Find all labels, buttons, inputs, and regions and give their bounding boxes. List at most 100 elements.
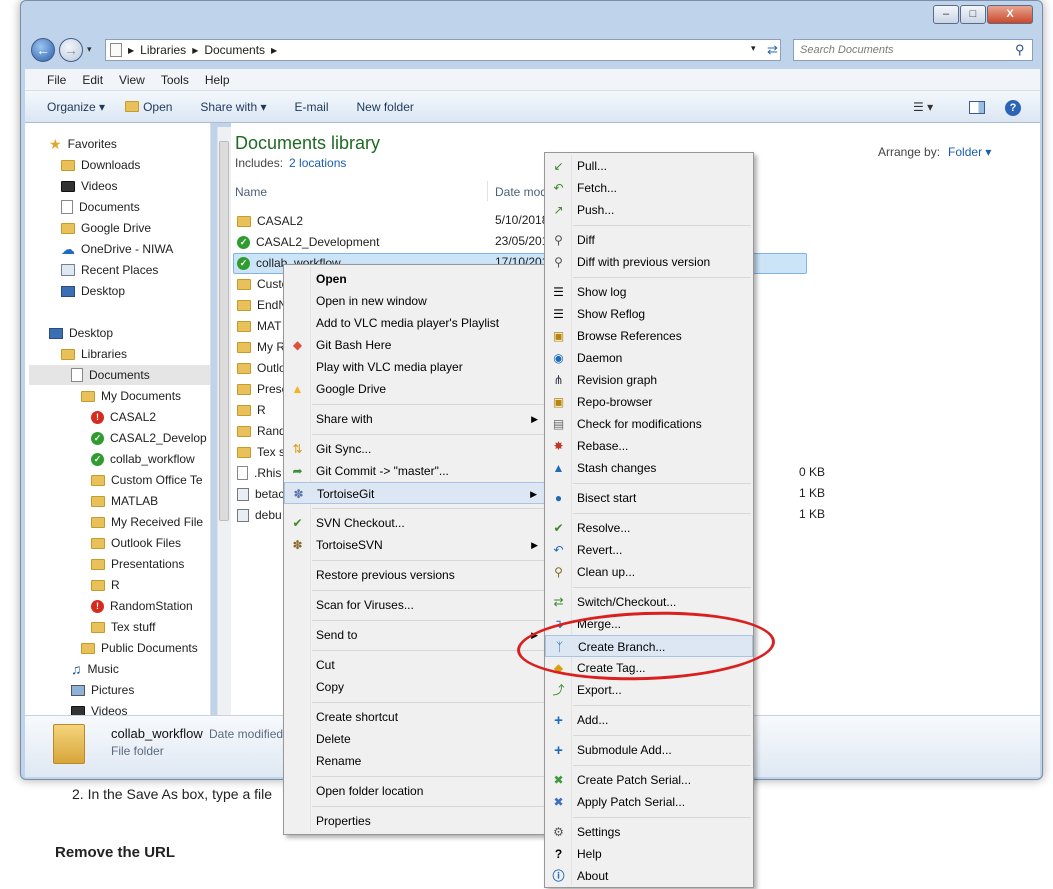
submenu-item-revision-graph[interactable]: ⋔ Revision graph (545, 369, 753, 391)
file-row[interactable]: betac (237, 484, 284, 504)
submenu-item-browse-references[interactable]: ▣ Browse References (545, 325, 753, 347)
scroll-thumb[interactable] (219, 141, 229, 521)
arrange-dropdown[interactable]: Folder ▾ (948, 145, 991, 159)
file-row[interactable]: My R (237, 337, 285, 357)
tree-desktop-fav[interactable]: Desktop (61, 281, 125, 301)
tree-casal2-dev[interactable]: ✓ CASAL2_Develop (91, 428, 207, 448)
column-date-header[interactable]: Date mod (495, 185, 547, 199)
submenu-item-resolve[interactable]: ✔ Resolve... (545, 517, 753, 539)
close-button[interactable]: X (987, 5, 1033, 24)
breadcrumb-libraries[interactable]: Libraries (140, 43, 186, 57)
new-folder-button[interactable]: New folder (357, 100, 414, 114)
forward-button[interactable]: → (59, 38, 83, 62)
file-row[interactable]: debu (237, 505, 282, 525)
submenu-item-switch-checkout[interactable]: ⇄ Switch/Checkout... (545, 591, 753, 613)
file-row[interactable]: ✓ CASAL2_Development (237, 232, 379, 252)
menu-tools[interactable]: Tools (161, 73, 189, 87)
submenu-item-repo-browser[interactable]: ▣ Repo-browser (545, 391, 753, 413)
file-row[interactable]: Outlo (237, 358, 286, 378)
submenu-item-about[interactable]: ⓘ About (545, 865, 753, 887)
chevron-right-icon[interactable]: ▶ (192, 46, 198, 55)
chevron-right-icon[interactable]: ▶ (128, 46, 134, 55)
menu-item-send-to[interactable]: Send to ▶ (284, 624, 548, 646)
menu-item-rename[interactable]: Rename (284, 750, 548, 772)
file-row[interactable]: Rand (237, 421, 286, 441)
file-row[interactable]: CASAL2 (237, 211, 303, 231)
tree-recent-places[interactable]: Recent Places (61, 260, 158, 280)
menu-help[interactable]: Help (205, 73, 230, 87)
menu-item-open[interactable]: Open (284, 268, 548, 290)
tree-r[interactable]: R (91, 575, 120, 595)
menu-item-properties[interactable]: Properties (284, 810, 548, 832)
tree-received-files[interactable]: My Received File (91, 512, 203, 532)
submenu-item-add[interactable]: + Add... (545, 709, 753, 731)
tree-casal2[interactable]: ! CASAL2 (91, 407, 156, 427)
submenu-item-submodule-add[interactable]: + Submodule Add... (545, 739, 753, 761)
submenu-item-fetch[interactable]: ↶ Fetch... (545, 177, 753, 199)
menu-view[interactable]: View (119, 73, 145, 87)
menu-edit[interactable]: Edit (82, 73, 103, 87)
submenu-item-push[interactable]: ↗ Push... (545, 199, 753, 221)
locations-link[interactable]: 2 locations (289, 156, 346, 170)
tree-google-drive[interactable]: Google Drive (61, 218, 151, 238)
submenu-item-diff-previous[interactable]: ⚲ Diff with previous version (545, 251, 753, 273)
tree-public-documents[interactable]: Public Documents (81, 638, 198, 658)
menu-item-create-shortcut[interactable]: Create shortcut (284, 706, 548, 728)
tree-videos[interactable]: Videos (61, 176, 117, 196)
history-dropdown-icon[interactable]: ▾ (87, 44, 92, 55)
menu-item-share-with[interactable]: Share with ▶ (284, 408, 548, 430)
tree-favorites[interactable]: ★ Favorites (49, 134, 117, 154)
preview-pane-icon[interactable] (969, 101, 985, 114)
tree-desktop[interactable]: Desktop (49, 323, 113, 343)
tree-libraries[interactable]: Libraries (61, 344, 127, 364)
address-bar[interactable]: ▶ Libraries ▶ Documents ▶ (105, 39, 781, 61)
tree-collab-workflow[interactable]: ✓ collab_workflow (91, 449, 195, 469)
menu-item-tortoisesvn[interactable]: ✽ TortoiseSVN ▶ (284, 534, 548, 556)
tree-music[interactable]: ♫ Music (71, 659, 119, 679)
submenu-item-clean-up[interactable]: ⚲ Clean up... (545, 561, 753, 583)
minimize-button[interactable]: – (933, 5, 959, 24)
submenu-item-check-modifications[interactable]: ▤ Check for modifications (545, 413, 753, 435)
back-button[interactable]: ← (31, 38, 55, 62)
submenu-item-settings[interactable]: ⚙ Settings (545, 821, 753, 843)
menu-item-delete[interactable]: Delete (284, 728, 548, 750)
menu-item-git-commit[interactable]: ➦ Git Commit -> "master"... (284, 460, 548, 482)
menu-item-cut[interactable]: Cut (284, 654, 548, 676)
menu-file[interactable]: File (47, 73, 66, 87)
submenu-item-rebase[interactable]: ✸ Rebase... (545, 435, 753, 457)
submenu-item-create-patch[interactable]: ✖ Create Patch Serial... (545, 769, 753, 791)
chevron-right-icon[interactable]: ▶ (271, 46, 277, 55)
tree-my-documents[interactable]: My Documents (81, 386, 181, 406)
search-input[interactable]: Search Documents (793, 39, 1033, 61)
tree-onedrive[interactable]: ☁ OneDrive - NIWA (61, 239, 173, 259)
menu-item-vlc-add[interactable]: Add to VLC media player's Playlist (284, 312, 548, 334)
file-row[interactable]: EndN (237, 295, 287, 315)
tree-videos-lib[interactable]: Videos (71, 701, 127, 715)
submenu-item-help[interactable]: ? Help (545, 843, 753, 865)
menu-item-git-sync[interactable]: ⇅ Git Sync... (284, 438, 548, 460)
submenu-item-stash[interactable]: ▲ Stash changes (545, 457, 753, 479)
menu-item-open-new-window[interactable]: Open in new window (284, 290, 548, 312)
tree-randomstation[interactable]: ! RandomStation (91, 596, 193, 616)
breadcrumb-documents[interactable]: Documents (204, 43, 265, 57)
submenu-item-show-log[interactable]: ☰ Show log (545, 281, 753, 303)
tree-tex-stuff[interactable]: Tex stuff (91, 617, 155, 637)
file-row[interactable]: .Rhis (237, 463, 281, 483)
submenu-item-export[interactable]: ⤴ Export... (545, 679, 753, 701)
address-dropdown-icon[interactable]: ▾ (751, 43, 756, 54)
tree-documents-library[interactable]: Documents (29, 365, 210, 385)
menu-item-open-folder-location[interactable]: Open folder location (284, 780, 548, 802)
menu-item-vlc-play[interactable]: Play with VLC media player (284, 356, 548, 378)
tree-pictures[interactable]: Pictures (71, 680, 134, 700)
file-row[interactable]: Custo (237, 274, 288, 294)
menu-item-scan[interactable]: Scan for Viruses... (284, 594, 548, 616)
submenu-item-daemon[interactable]: ◉ Daemon (545, 347, 753, 369)
file-row[interactable]: Prese (237, 379, 288, 399)
file-row[interactable]: MAT (237, 316, 281, 336)
open-button[interactable]: Open (125, 100, 172, 114)
submenu-item-pull[interactable]: ↙ Pull... (545, 155, 753, 177)
submenu-item-revert[interactable]: ↶ Revert... (545, 539, 753, 561)
menu-item-copy[interactable]: Copy (284, 676, 548, 698)
navigation-scrollbar[interactable] (217, 127, 231, 715)
menu-item-svn-checkout[interactable]: ✔ SVN Checkout... (284, 512, 548, 534)
